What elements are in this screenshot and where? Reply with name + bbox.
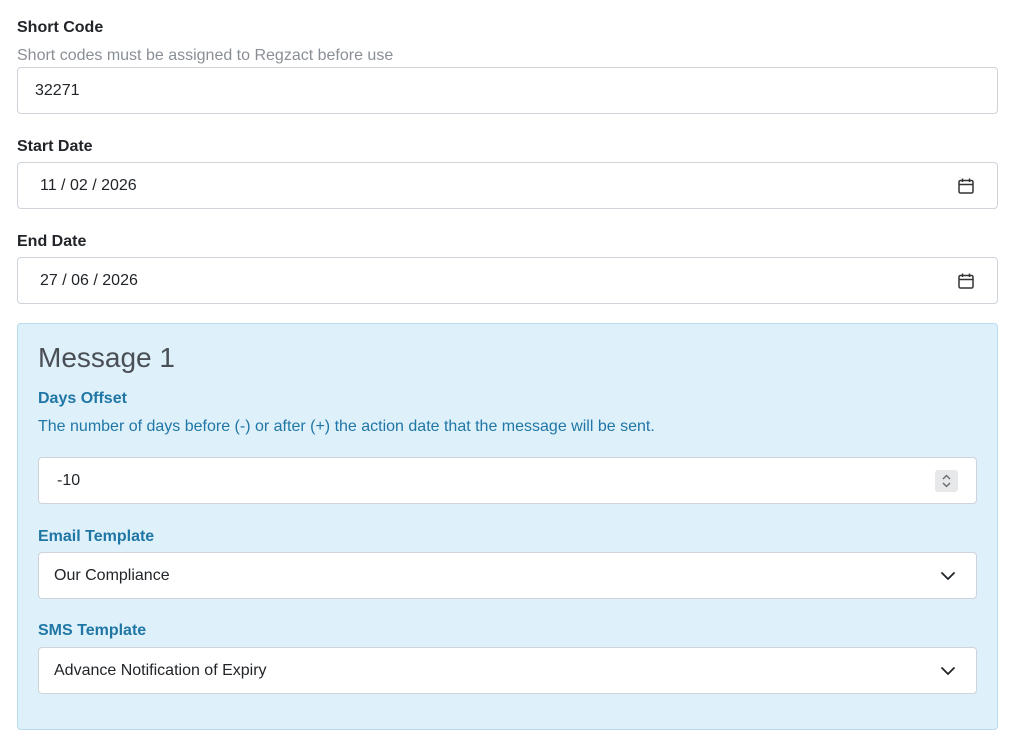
end-date-label: End Date <box>17 233 87 250</box>
days-offset-value: -10 <box>57 471 81 489</box>
start-date-value: 11 / 02 / 2026 <box>40 176 137 194</box>
short-code-input[interactable]: 32271 <box>17 67 998 114</box>
chevron-down-icon <box>941 667 955 675</box>
email-template-value: Our Compliance <box>54 566 170 584</box>
message-title: Message 1 <box>38 342 175 373</box>
short-code-value: 32271 <box>35 81 80 99</box>
days-offset-label: Days Offset <box>38 390 127 407</box>
start-date-input[interactable]: 11 / 02 / 2026 <box>17 162 998 209</box>
sms-template-value: Advance Notification of Expiry <box>54 661 267 679</box>
sms-template-label: SMS Template <box>38 622 147 639</box>
number-spinner[interactable] <box>935 470 958 492</box>
spinner-arrows-icon <box>942 474 951 488</box>
start-date-label: Start Date <box>17 138 93 155</box>
short-code-label: Short Code <box>17 19 104 36</box>
calendar-icon[interactable] <box>957 272 975 290</box>
message-panel: Message 1 Days Offset The number of days… <box>17 323 998 730</box>
email-template-select[interactable]: Our Compliance <box>38 552 977 599</box>
days-offset-input[interactable]: -10 <box>38 457 977 504</box>
days-offset-help: The number of days before (-) or after (… <box>38 418 655 435</box>
end-date-input[interactable]: 27 / 06 / 2026 <box>17 257 998 304</box>
sms-template-select[interactable]: Advance Notification of Expiry <box>38 647 977 694</box>
end-date-value: 27 / 06 / 2026 <box>40 271 138 289</box>
short-code-help: Short codes must be assigned to Regzact … <box>17 47 394 64</box>
calendar-icon[interactable] <box>957 177 975 195</box>
chevron-down-icon <box>941 572 955 580</box>
message-schedule-form: Short Code Short codes must be assigned … <box>0 0 1016 745</box>
email-template-label: Email Template <box>38 528 155 545</box>
